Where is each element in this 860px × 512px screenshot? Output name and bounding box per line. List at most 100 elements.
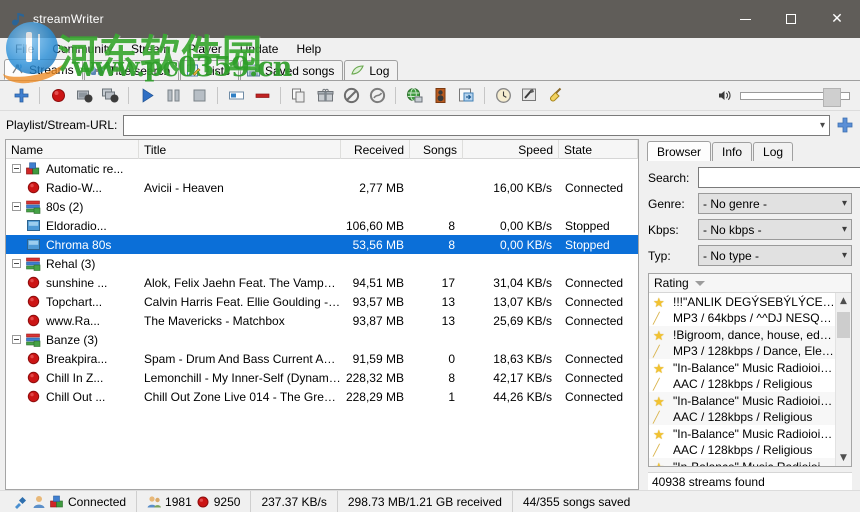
schedule-button[interactable] — [490, 84, 516, 108]
close-button[interactable]: ✕ — [814, 0, 860, 38]
stop-button[interactable] — [186, 84, 212, 108]
volume-slider-thumb[interactable] — [823, 87, 842, 107]
table-row[interactable]: Topchart... Calvin Harris Feat. Ellie Gou… — [6, 292, 638, 311]
chevron-down-icon[interactable]: ▾ — [820, 120, 825, 131]
expander-collapse-icon[interactable] — [12, 164, 21, 173]
menu-player[interactable]: Player — [179, 40, 231, 59]
expander-collapse-icon[interactable] — [12, 259, 21, 268]
column-header-speed[interactable]: Speed — [463, 140, 559, 159]
stream-title: Alok, Felix Jaehn Feat. The Vamps - ... — [144, 275, 341, 290]
add-stream-button[interactable] — [8, 84, 34, 108]
genre-select[interactable]: - No genre - ▾ — [698, 193, 852, 214]
play-button[interactable] — [134, 84, 160, 108]
column-header-state[interactable]: State — [559, 140, 638, 159]
stop-all-record-button[interactable] — [97, 84, 123, 108]
table-row[interactable]: www.Ra... The Mavericks - Matchbox 93,87 M… — [6, 311, 638, 330]
table-row[interactable]: Radio-W... Avicii - Heaven 2,77 MB 16,00 KB… — [6, 178, 638, 197]
menu-help[interactable]: Help — [287, 40, 330, 59]
toolbar-separator — [217, 87, 218, 104]
scrollbar-thumb[interactable] — [837, 312, 850, 338]
tab-lists[interactable]: Lists — [180, 60, 239, 80]
pause-button[interactable] — [160, 84, 186, 108]
maximize-button[interactable] — [768, 0, 814, 38]
chevron-up-icon[interactable]: ▲ — [836, 293, 852, 309]
tab-title-search[interactable]: Title search — [83, 60, 180, 80]
column-header-received[interactable]: Received — [341, 140, 410, 159]
column-header-songs[interactable]: Songs — [410, 140, 463, 159]
settings-button[interactable] — [516, 84, 542, 108]
search-input[interactable] — [698, 167, 860, 188]
list-item[interactable]: ★╱"In-Balance" Music Radioioioioi...AAC … — [649, 359, 835, 392]
tune-in-button[interactable] — [427, 84, 453, 108]
cleanup-button[interactable] — [542, 84, 568, 108]
wishlist-button[interactable] — [312, 84, 338, 108]
playlist-url-input[interactable]: ▾ — [123, 114, 830, 136]
minimize-button[interactable] — [722, 0, 768, 38]
list-item[interactable]: ★╱"In-Balance" Music Radioioioioi...AAC … — [649, 425, 835, 458]
open-website-button[interactable] — [401, 84, 427, 108]
chevron-down-icon[interactable]: ▼ — [836, 450, 852, 466]
column-header-title[interactable]: Title — [139, 140, 341, 159]
list-item[interactable]: ★╱"In-Balance" Music Radioioioioi...AAC … — [649, 392, 835, 425]
record-red-icon — [27, 371, 40, 384]
stream-state: Connected — [565, 294, 624, 309]
add-url-button[interactable] — [836, 116, 854, 134]
tab-info[interactable]: Info — [712, 142, 753, 161]
export-button[interactable] — [453, 84, 479, 108]
broom-icon — [547, 87, 564, 104]
ignore-button[interactable] — [364, 84, 390, 108]
toolbar-separator — [128, 87, 129, 104]
stop-all-record-icon — [101, 87, 119, 104]
expander-collapse-icon[interactable] — [12, 335, 21, 344]
stream-group-row[interactable]: Banze (3) — [6, 330, 638, 349]
rating-star-icon: ★ — [653, 395, 665, 410]
record-button[interactable] — [45, 84, 71, 108]
rating-column-header[interactable]: Rating — [649, 274, 851, 293]
tab-browser[interactable]: Browser — [647, 141, 712, 161]
block-button[interactable] — [338, 84, 364, 108]
table-row[interactable]: Chill Out ... Chill Out Zone Live 014 - T… — [6, 387, 638, 406]
table-row[interactable]: Chill In Z... Lemonchill - My Inner-Self … — [6, 368, 638, 387]
stream-group-row[interactable]: 80s (2) — [6, 197, 638, 216]
volume-control[interactable] — [717, 87, 852, 107]
expander-collapse-icon[interactable] — [12, 202, 21, 211]
tab-log-right[interactable]: Log — [753, 142, 794, 161]
stream-group-row[interactable]: Rehal (3) — [6, 254, 638, 273]
list-item[interactable]: ★ ╱ !Bigroom, dance, house, edm, ... MP3 / … — [649, 326, 835, 359]
pencil-icon: ╱ — [653, 312, 660, 325]
stream-title: Lemonchill - My Inner-Self (Dynamic B... — [144, 370, 341, 385]
menu-community[interactable]: Community — [43, 40, 122, 59]
tab-saved-songs[interactable]: Saved songs — [239, 60, 344, 80]
stream-speed: 16,00 KB/s — [493, 180, 552, 195]
status-records-count: 9250 — [213, 494, 241, 509]
chevron-down-icon: ▾ — [841, 224, 847, 235]
stream-name: Topchart... — [46, 294, 103, 309]
browser-list-scrollbar[interactable]: ▲ ▼ — [835, 293, 851, 466]
tab-streams[interactable]: Streams — [4, 59, 83, 80]
menu-stream[interactable]: Stream — [122, 40, 179, 59]
copy-icon — [291, 87, 308, 104]
toolbar-separator — [395, 87, 396, 104]
rename-button[interactable] — [223, 84, 249, 108]
table-row[interactable]: Chroma 80s 53,56 MB 8 0,00 KB/s Stopped — [6, 235, 638, 254]
typ-select[interactable]: - No type - ▾ — [698, 245, 852, 266]
stream-browser-name: "In-Balance" Music Radioioioioi... — [673, 394, 835, 408]
column-header-name[interactable]: Name — [6, 140, 139, 159]
kbps-select[interactable]: - No kbps - ▾ — [698, 219, 852, 240]
stream-group-row[interactable]: Automatic re... — [6, 159, 638, 178]
table-row[interactable]: sunshine ... Alok, Felix Jaehn Feat. The … — [6, 273, 638, 292]
copy-button[interactable] — [286, 84, 312, 108]
menu-file[interactable]: File — [6, 40, 43, 59]
list-item[interactable]: ★╱ !!!"ANLIK DEGÝSEBÝLÝCEK KA... MP3 / 64k… — [649, 293, 835, 326]
tab-log[interactable]: Log — [344, 60, 399, 80]
stream-received: 106,60 MB — [345, 218, 404, 233]
remove-button[interactable] — [249, 84, 275, 108]
table-row[interactable]: Eldoradio... 106,60 MB 8 0,00 KB/s Stopped — [6, 216, 638, 235]
stream-speed: 31,04 KB/s — [493, 275, 552, 290]
list-item[interactable]: ★╱"In-Balance" Music Radioioioioi...AAC … — [649, 458, 835, 466]
stream-list-header: Name Title Received Songs Speed State — [6, 140, 638, 159]
menu-update[interactable]: Update — [231, 40, 288, 59]
table-row[interactable]: Breakpira... Spam - Drum And Bass Current… — [6, 349, 638, 368]
stop-record-button[interactable] — [71, 84, 97, 108]
volume-slider[interactable] — [740, 87, 850, 107]
